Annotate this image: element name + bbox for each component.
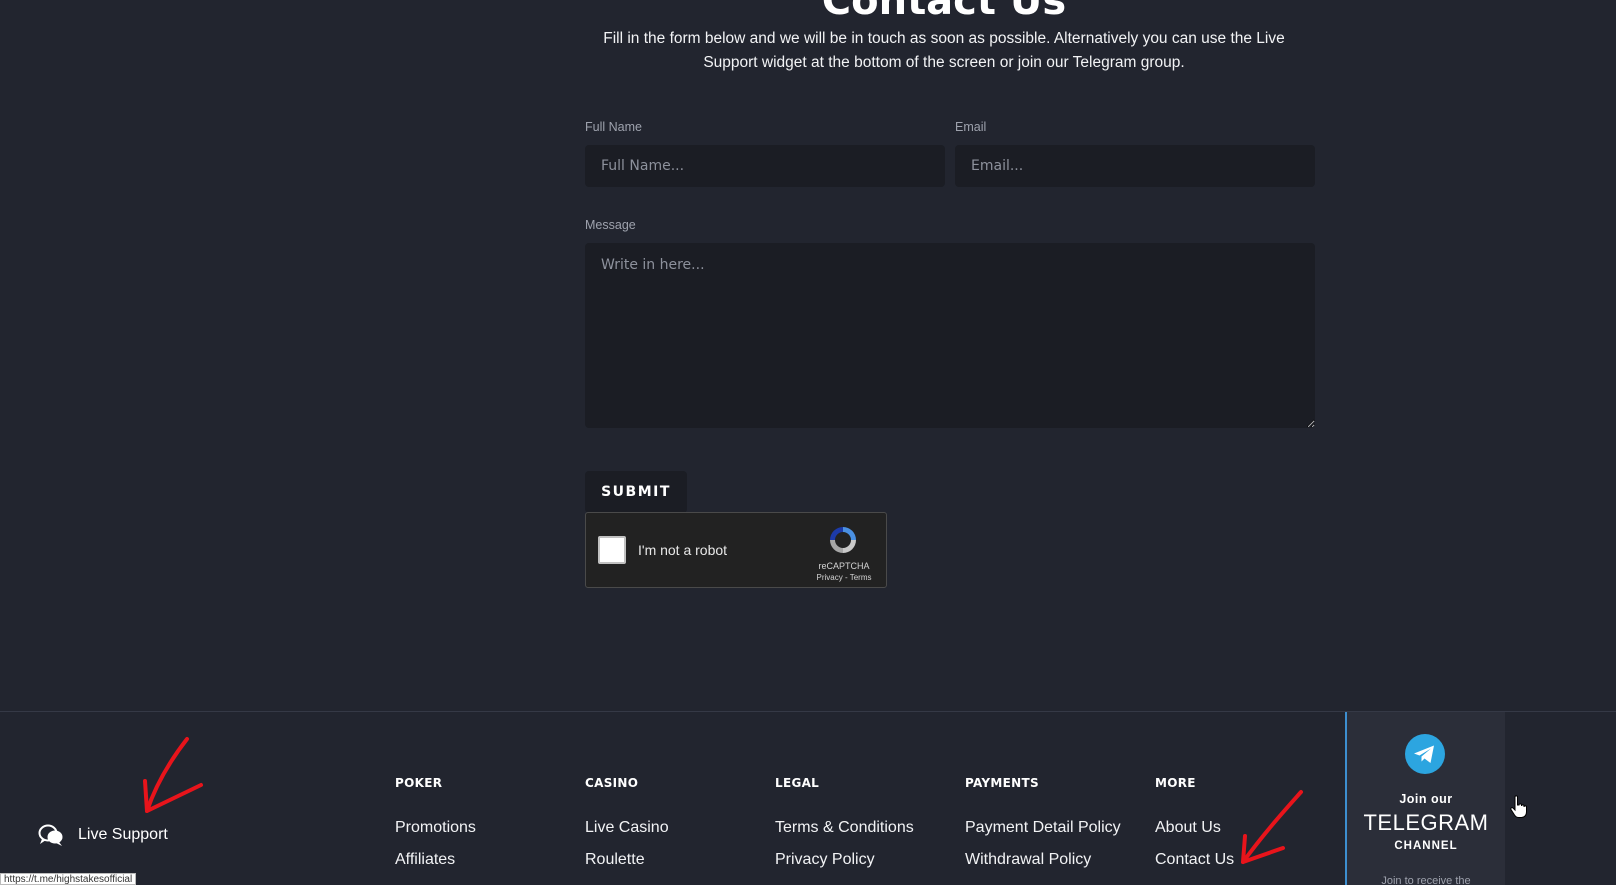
footer-heading-more: MORE (1155, 776, 1196, 790)
recaptcha-links[interactable]: Privacy - Terms (804, 573, 884, 582)
footer-link-withdrawal-policy[interactable]: Withdrawal Policy (965, 851, 1121, 871)
live-support-button[interactable]: Live Support (38, 823, 168, 847)
email-label: Email (955, 120, 987, 134)
footer-column-more: MORE About Us Contact Us (1155, 776, 1234, 883)
status-url-tooltip: https://t.me/highstakesofficial (0, 873, 137, 885)
chat-bubbles-icon (38, 824, 63, 846)
recaptcha-checkbox[interactable] (598, 536, 626, 564)
recaptcha-widget: I'm not a robot reCAPTCHA Privacy - Term… (585, 512, 887, 588)
intro-text: Fill in the form below and we will be in… (603, 30, 1285, 71)
hand-cursor-icon (1510, 795, 1527, 818)
footer-link-promotions[interactable]: Promotions (395, 819, 476, 839)
telegram-join-text: Join our (1399, 792, 1453, 806)
footer-column-casino: CASINO Live Casino Roulette (585, 776, 669, 883)
footer-heading-poker: POKER (395, 776, 443, 790)
footer-column-legal: LEGAL Terms & Conditions Privacy Policy (775, 776, 914, 883)
annotation-arrow-live-support (143, 737, 203, 813)
submit-button[interactable]: SUBMIT (585, 471, 687, 513)
full-name-input[interactable] (585, 145, 945, 187)
telegram-channel-card[interactable]: Join our TELEGRAM CHANNEL Join to receiv… (1345, 712, 1505, 885)
page-title: Contact Us (821, 0, 1067, 24)
footer-heading-payments: PAYMENTS (965, 776, 1039, 790)
footer-link-live-casino[interactable]: Live Casino (585, 819, 669, 839)
footer-link-roulette[interactable]: Roulette (585, 851, 669, 871)
live-support-label: Live Support (78, 826, 168, 843)
telegram-icon (1405, 734, 1445, 774)
footer-link-payment-detail-policy[interactable]: Payment Detail Policy (965, 819, 1121, 839)
footer-link-terms[interactable]: Terms & Conditions (775, 819, 914, 839)
footer-heading-legal: LEGAL (775, 776, 820, 790)
email-input[interactable] (955, 145, 1315, 187)
recaptcha-label: I'm not a robot (638, 542, 728, 558)
annotation-arrow-contact-us (1241, 790, 1303, 864)
footer-link-contact-us[interactable]: Contact Us (1155, 851, 1234, 871)
footer-link-privacy[interactable]: Privacy Policy (775, 851, 914, 871)
footer-column-payments: PAYMENTS Payment Detail Policy Withdrawa… (965, 776, 1121, 883)
recaptcha-logo-icon (830, 527, 856, 553)
footer-link-affiliates[interactable]: Affiliates (395, 851, 476, 871)
footer-link-about-us[interactable]: About Us (1155, 819, 1234, 839)
message-label: Message (585, 218, 636, 232)
footer-heading-casino: CASINO (585, 776, 639, 790)
telegram-subtext: Join to receive the (1381, 875, 1471, 885)
full-name-label: Full Name (585, 120, 642, 134)
footer-column-poker: POKER Promotions Affiliates (395, 776, 476, 883)
message-textarea[interactable] (585, 243, 1315, 428)
telegram-title: TELEGRAM (1363, 810, 1489, 835)
recaptcha-brand: reCAPTCHA (818, 561, 870, 571)
telegram-channel-text: CHANNEL (1394, 840, 1458, 852)
